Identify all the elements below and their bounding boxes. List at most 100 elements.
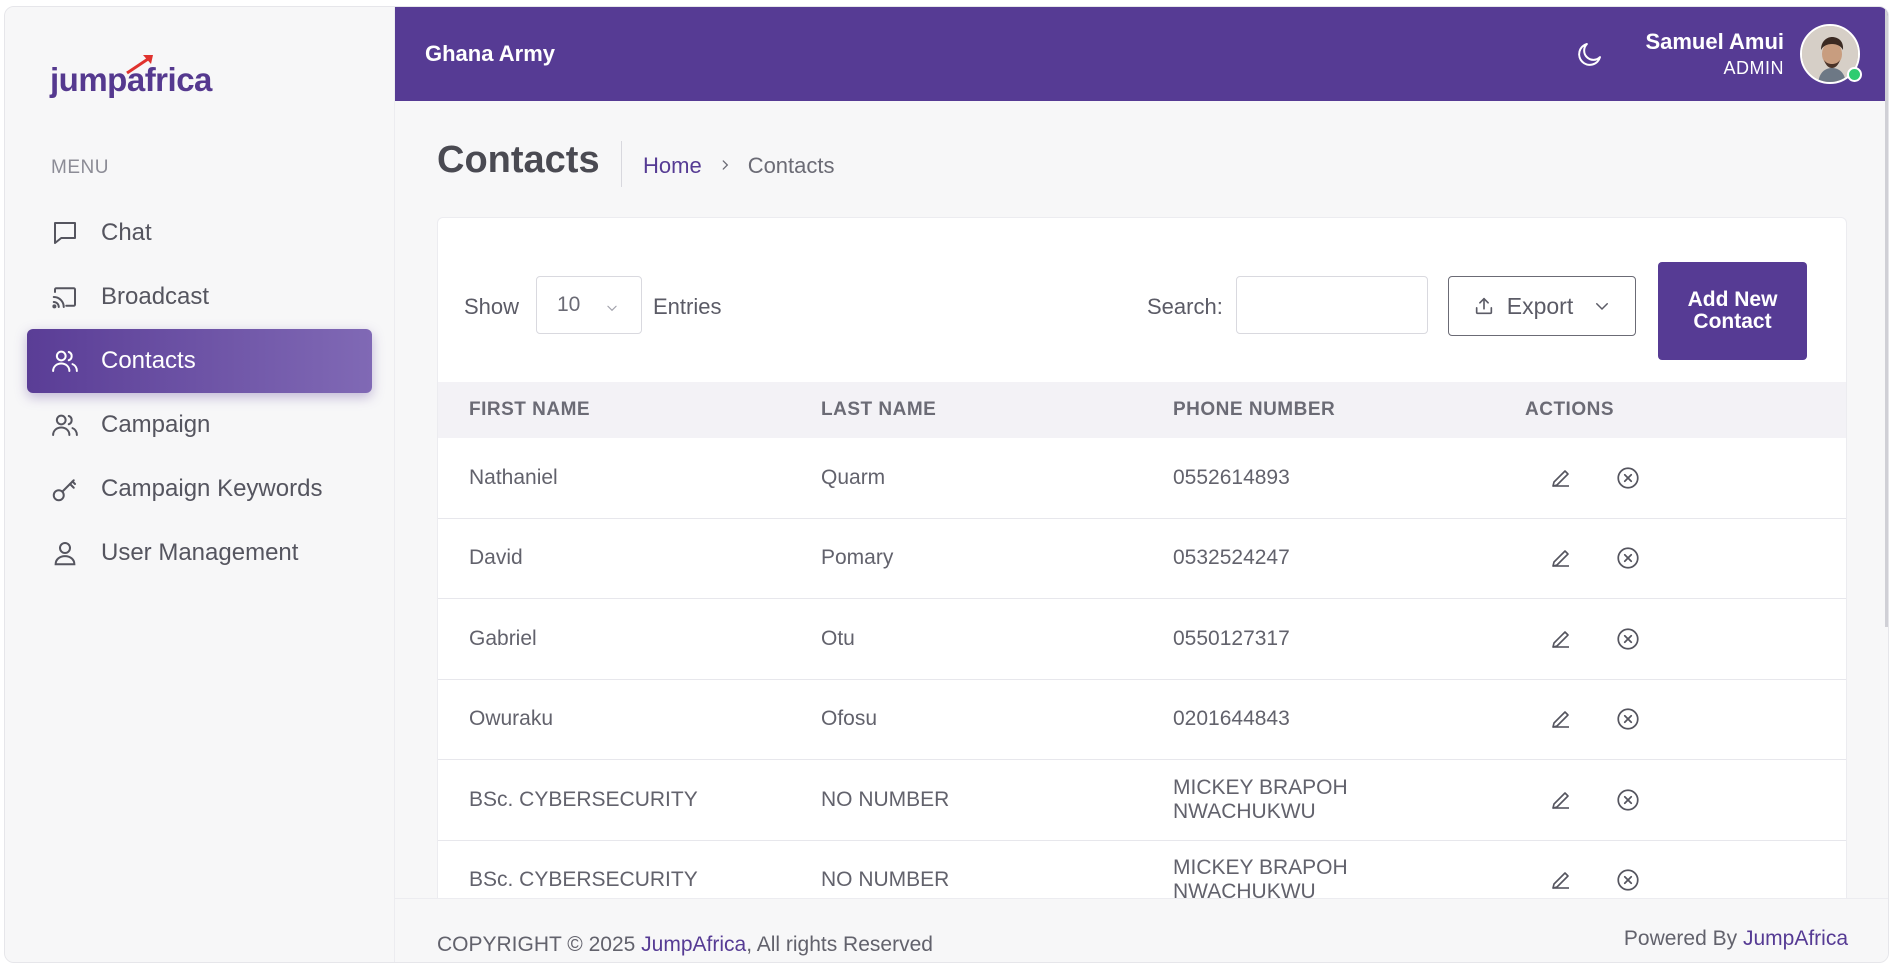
app-window: jump a frica MENU Chat Broadcast Contacts bbox=[4, 6, 1889, 963]
menu-heading: MENU bbox=[51, 157, 109, 178]
chat-icon bbox=[49, 217, 81, 249]
delete-icon[interactable] bbox=[1613, 785, 1643, 815]
delete-icon[interactable] bbox=[1613, 865, 1643, 895]
footer: COPYRIGHT © 2025 JumpAfrica, All rights … bbox=[395, 898, 1888, 962]
cell-phone-number: 0550127317 bbox=[1173, 626, 1290, 650]
delete-icon[interactable] bbox=[1613, 704, 1643, 734]
chevron-down-icon bbox=[1593, 297, 1611, 315]
cell-first-name: BSc. CYBERSECURITY bbox=[469, 787, 698, 811]
edit-icon[interactable] bbox=[1546, 704, 1576, 734]
users-icon bbox=[49, 345, 81, 377]
contacts-card: Show 10 Entries Search: Export Add New C… bbox=[437, 217, 1847, 962]
cell-first-name: Gabriel bbox=[469, 626, 537, 650]
sidebar-item-campaign[interactable]: Campaign bbox=[27, 393, 372, 457]
table-body: Nathaniel Quarm 0552614893 David Pomary … bbox=[438, 438, 1846, 921]
entries-per-page-select[interactable]: 10 bbox=[536, 276, 642, 334]
breadcrumb-home-link[interactable]: Home bbox=[643, 153, 702, 179]
edit-icon[interactable] bbox=[1546, 785, 1576, 815]
upload-icon bbox=[1473, 295, 1495, 317]
edit-icon[interactable] bbox=[1546, 543, 1576, 573]
logo-arrow-icon bbox=[125, 55, 153, 75]
logo-text-a: a bbox=[125, 55, 153, 99]
online-status-dot bbox=[1847, 67, 1862, 82]
table-header-row: FIRST NAME LAST NAME PHONE NUMBER ACTION… bbox=[438, 382, 1846, 438]
user-info[interactable]: Samuel Amui ADMIN bbox=[1645, 28, 1784, 80]
table-row: Nathaniel Quarm 0552614893 bbox=[438, 438, 1846, 519]
export-button[interactable]: Export bbox=[1448, 276, 1636, 336]
column-header-actions: ACTIONS bbox=[1525, 399, 1614, 420]
column-header-first-name[interactable]: FIRST NAME bbox=[469, 399, 590, 421]
table-row: Gabriel Otu 0550127317 bbox=[438, 599, 1846, 680]
column-header-phone-number[interactable]: PHONE NUMBER bbox=[1173, 399, 1335, 421]
breadcrumb-current: Contacts bbox=[747, 153, 835, 178]
column-header-last-name[interactable]: LAST NAME bbox=[821, 399, 936, 421]
copyright-brand-link[interactable]: JumpAfrica bbox=[641, 933, 746, 956]
chevron-down-icon bbox=[605, 297, 619, 321]
cell-phone-number: MICKEY BRAPOH NWACHUKWU bbox=[1173, 775, 1348, 823]
sidebar-item-chat[interactable]: Chat bbox=[27, 201, 372, 265]
entries-value: 10 bbox=[557, 293, 581, 316]
show-label: Show bbox=[464, 294, 520, 319]
user-role: ADMIN bbox=[1723, 58, 1784, 78]
cell-last-name: Quarm bbox=[821, 465, 886, 489]
sidebar-item-contacts[interactable]: Contacts bbox=[27, 329, 372, 393]
sidebar-item-label: Campaign Keywords bbox=[101, 475, 323, 502]
broadcast-icon bbox=[49, 281, 81, 313]
logo-text-pre: jump bbox=[50, 61, 127, 98]
sidebar-item-user-management[interactable]: User Management bbox=[27, 521, 372, 585]
users-icon bbox=[49, 409, 81, 441]
cell-phone-number: 0201644843 bbox=[1173, 707, 1290, 731]
jumpafrica-logo[interactable]: jump a frica bbox=[50, 49, 212, 99]
moon-icon[interactable] bbox=[1573, 37, 1607, 71]
table-toolbar: Show 10 Entries Search: Export Add New C… bbox=[438, 218, 1846, 374]
table-row: David Pomary 0532524247 bbox=[438, 519, 1846, 599]
edit-icon[interactable] bbox=[1546, 463, 1576, 493]
search-input[interactable] bbox=[1236, 276, 1428, 334]
delete-icon[interactable] bbox=[1613, 624, 1643, 654]
copyright-suffix: , All rights Reserved bbox=[746, 933, 933, 956]
page-scrollbar[interactable] bbox=[1885, 7, 1888, 627]
delete-icon[interactable] bbox=[1613, 543, 1643, 573]
cell-first-name: Nathaniel bbox=[469, 465, 558, 489]
sidebar-item-label: Chat bbox=[101, 219, 152, 246]
sidebar-item-label: User Management bbox=[101, 539, 299, 566]
key-icon bbox=[49, 473, 81, 505]
cell-last-name: Ofosu bbox=[821, 707, 878, 731]
cell-phone-number: 0532524247 bbox=[1173, 546, 1290, 570]
cell-first-name: BSc. CYBERSECURITY bbox=[469, 868, 698, 892]
sidebar-item-label: Broadcast bbox=[101, 283, 210, 310]
powered-by-prefix: Powered By bbox=[1623, 927, 1743, 950]
header-right: Samuel Amui ADMIN bbox=[1573, 24, 1862, 84]
avatar[interactable] bbox=[1800, 24, 1862, 84]
sidebar-item-label: Contacts bbox=[101, 347, 196, 374]
sidebar-item-broadcast[interactable]: Broadcast bbox=[27, 265, 372, 329]
copyright-prefix: COPYRIGHT © 2025 bbox=[437, 933, 642, 956]
powered-by-text: Powered By JumpAfrica bbox=[1624, 927, 1848, 951]
user-icon bbox=[49, 537, 81, 569]
copyright-text: COPYRIGHT © 2025 JumpAfrica, All rights … bbox=[437, 933, 933, 957]
top-header: Ghana Army Samuel Amui ADMIN bbox=[395, 7, 1888, 101]
cell-last-name: Otu bbox=[821, 626, 855, 650]
edit-icon[interactable] bbox=[1546, 865, 1576, 895]
breadcrumb: Home Contacts bbox=[643, 153, 835, 179]
table-row: Owuraku Ofosu 0201644843 bbox=[438, 680, 1846, 760]
sidebar-item-label: Campaign bbox=[101, 411, 211, 438]
chevron-right-icon bbox=[718, 155, 732, 178]
sidebar-item-campaign-keywords[interactable]: Campaign Keywords bbox=[27, 457, 372, 521]
cell-phone-number: 0552614893 bbox=[1173, 465, 1290, 489]
table-row: BSc. CYBERSECURITY NO NUMBER MICKEY BRAP… bbox=[438, 760, 1846, 841]
cell-first-name: David bbox=[469, 546, 523, 570]
user-name: Samuel Amui bbox=[1645, 29, 1784, 54]
cell-first-name: Owuraku bbox=[469, 707, 554, 731]
cell-last-name: NO NUMBER bbox=[821, 868, 950, 892]
sidebar: jump a frica MENU Chat Broadcast Contacts bbox=[5, 7, 395, 962]
page-title: Contacts bbox=[437, 139, 600, 181]
export-label: Export bbox=[1506, 292, 1574, 319]
delete-icon[interactable] bbox=[1613, 463, 1643, 493]
search-label: Search: bbox=[1147, 294, 1223, 319]
edit-icon[interactable] bbox=[1546, 624, 1576, 654]
cell-last-name: Pomary bbox=[821, 546, 894, 570]
organization-name: Ghana Army bbox=[425, 41, 556, 66]
add-new-contact-button[interactable]: Add New Contact bbox=[1658, 262, 1807, 360]
powered-by-brand-link[interactable]: JumpAfrica bbox=[1743, 927, 1848, 950]
